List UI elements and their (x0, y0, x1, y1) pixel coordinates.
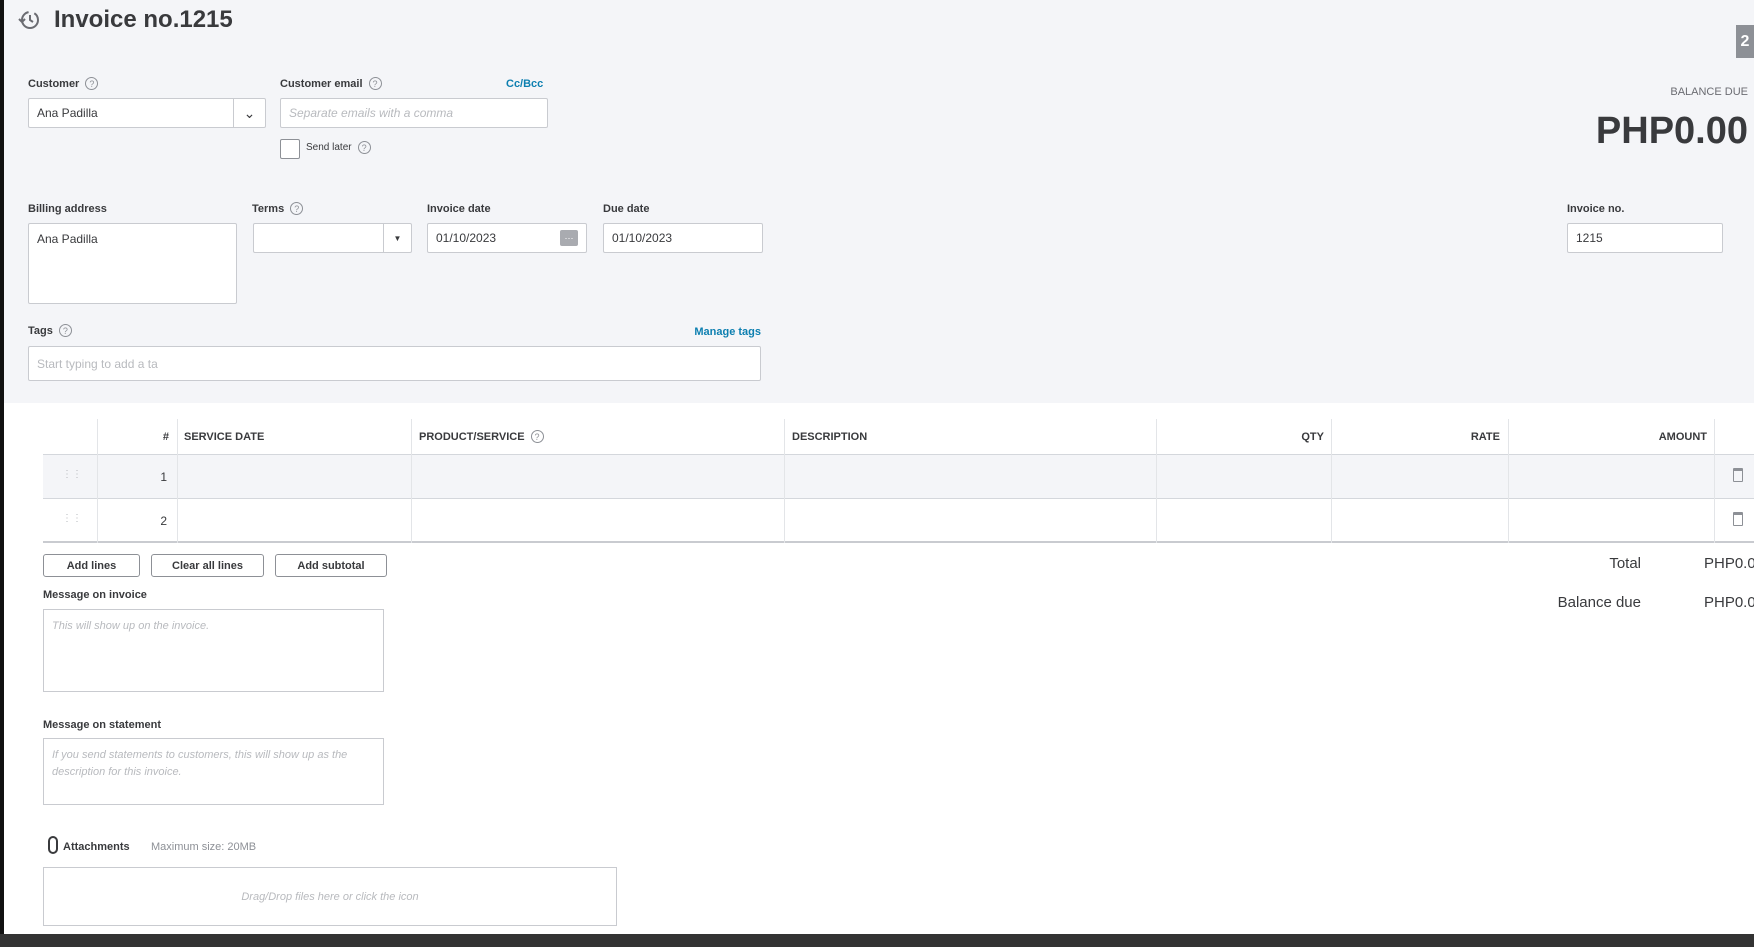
tags-placeholder: Start typing to add a ta (37, 356, 158, 371)
billing-address-input[interactable]: Ana Padilla (28, 223, 237, 304)
balance-due-amount: PHP0.00 (1595, 110, 1748, 152)
dropzone-text: Drag/Drop files here or click the icon (241, 890, 419, 903)
drag-handle-icon[interactable]: ⋮⋮ (62, 513, 82, 524)
footer-bar (0, 934, 1754, 947)
row-number: 1 (160, 470, 167, 484)
invoice-no-input[interactable]: 1215 (1567, 223, 1723, 253)
invoice-no-value: 1215 (1576, 231, 1603, 245)
due-date-value: 01/10/2023 (612, 231, 673, 245)
invoice-date-value: 01/10/2023 (436, 231, 497, 245)
add-subtotal-button[interactable]: Add subtotal (275, 554, 387, 577)
send-later-label: Send later? (306, 141, 371, 154)
help-icon[interactable]: ? (290, 202, 304, 215)
message-statement-label: Message on statement (43, 719, 161, 731)
terms-label-text: Terms (252, 202, 285, 215)
table-row[interactable] (43, 499, 1754, 543)
column-header-service-date: SERVICE DATE (184, 430, 265, 443)
chevron-down-icon[interactable]: ⌄ (233, 99, 265, 127)
calendar-icon[interactable]: ⋯ (560, 230, 578, 246)
clear-all-lines-button[interactable]: Clear all lines (151, 554, 264, 577)
message-invoice-textarea[interactable]: This will show up on the invoice. (43, 609, 384, 692)
customer-email-input[interactable]: Separate emails with a comma (280, 98, 548, 128)
column-header-product: PRODUCT/SERVICE? (419, 419, 544, 454)
trash-icon[interactable] (1733, 468, 1743, 482)
column-header-amount: AMOUNT (1658, 430, 1707, 443)
billing-address-label: Billing address (28, 203, 107, 215)
customer-email-label-text: Customer email (280, 77, 363, 90)
due-date-input[interactable]: 01/10/2023 (603, 223, 763, 253)
add-lines-button[interactable]: Add lines (43, 554, 140, 577)
billing-address-value: Ana Padilla (37, 232, 98, 246)
column-header-qty: QTY (1301, 430, 1324, 443)
message-invoice-label: Message on invoice (43, 589, 147, 601)
balance-due-label: BALANCE DUE (1670, 86, 1748, 98)
invoice-date-input[interactable]: 01/10/2023 ⋯ (427, 223, 587, 253)
invoice-no-label: Invoice no. (1567, 203, 1625, 215)
help-icon[interactable]: ? (58, 324, 72, 337)
customer-label: Customer? (28, 77, 99, 90)
total-label: Total (1609, 555, 1641, 572)
help-icon[interactable]: ? (357, 141, 371, 154)
balance-due-total-value: PHP0.0 (1704, 594, 1754, 611)
due-date-label: Due date (603, 203, 650, 215)
customer-select[interactable]: Ana Padilla ⌄ (28, 98, 266, 128)
tags-input[interactable]: Start typing to add a ta (28, 346, 761, 381)
balance-due-total-label: Balance due (1557, 594, 1641, 611)
cc-bcc-link[interactable]: Cc/Bcc (506, 78, 543, 90)
send-later-checkbox[interactable] (280, 139, 300, 159)
help-icon[interactable]: ? (368, 77, 382, 90)
attachments-label: Attachments (63, 841, 130, 853)
customer-label-text: Customer (28, 77, 80, 90)
manage-tags-link[interactable]: Manage tags (694, 326, 761, 338)
help-icon[interactable]: ? (85, 77, 99, 90)
column-divider (784, 419, 785, 543)
terms-select[interactable]: ▼ (253, 223, 412, 253)
column-header-description: DESCRIPTION (792, 430, 868, 443)
column-header-num: # (162, 430, 169, 443)
trash-icon[interactable] (1733, 512, 1743, 526)
column-divider (177, 419, 178, 543)
customer-email-label: Customer email? (280, 77, 382, 90)
total-value: PHP0.0 (1704, 555, 1754, 572)
terms-label: Terms? (252, 202, 304, 215)
notification-badge[interactable]: 2 (1736, 25, 1754, 58)
customer-value: Ana Padilla (37, 106, 98, 120)
invoice-date-label: Invoice date (427, 203, 491, 215)
caret-down-icon[interactable]: ▼ (383, 224, 411, 252)
help-icon[interactable]: ? (530, 430, 544, 443)
message-statement-textarea[interactable]: If you send statements to customers, thi… (43, 738, 384, 805)
table-row[interactable] (43, 455, 1754, 499)
column-divider (411, 419, 412, 543)
attachments-max-size: Maximum size: 20MB (151, 841, 257, 853)
recent-transactions-icon[interactable] (17, 9, 41, 31)
paperclip-icon (48, 836, 58, 854)
drag-handle-icon[interactable]: ⋮⋮ (62, 469, 82, 480)
tags-label: Tags? (28, 324, 72, 337)
email-placeholder: Separate emails with a comma (289, 106, 454, 120)
column-header-rate: RATE (1470, 430, 1500, 443)
send-later-text: Send later (306, 142, 352, 153)
tags-label-text: Tags (28, 324, 53, 337)
page-title: Invoice no.1215 (54, 6, 233, 33)
row-number: 2 (160, 514, 167, 528)
column-divider (1714, 419, 1715, 543)
attachments-dropzone[interactable]: Drag/Drop files here or click the icon (43, 867, 617, 926)
product-header-text: PRODUCT/SERVICE (419, 430, 525, 443)
